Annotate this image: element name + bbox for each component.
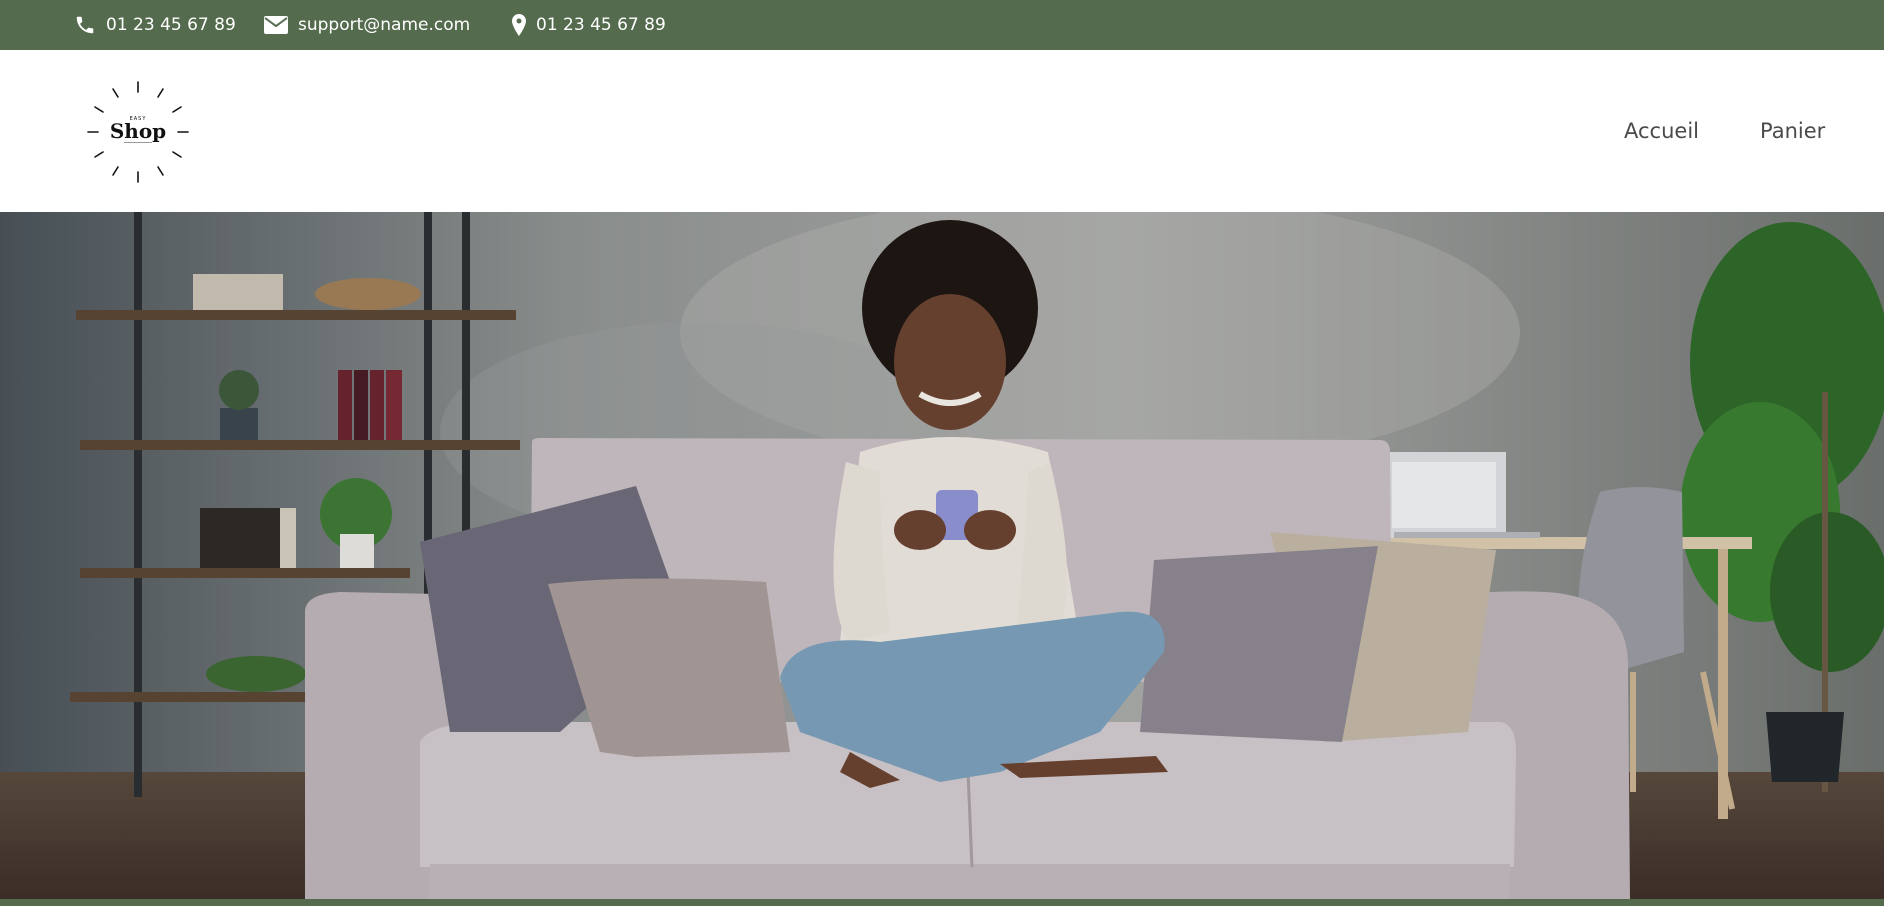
nav-link-panier[interactable]: Panier <box>1760 119 1825 143</box>
nav-item-accueil: Accueil <box>1624 50 1699 212</box>
contact-bar: 01 23 45 67 89 support@name.com 01 23 45… <box>0 0 1884 50</box>
email-address: support@name.com <box>298 15 471 35</box>
phone-number: 01 23 45 67 89 <box>106 15 236 35</box>
map-pin-icon <box>512 14 526 36</box>
logo-name: Shop <box>110 119 166 143</box>
phone-icon <box>76 16 94 34</box>
nav-item-panier: Panier <box>1760 50 1825 212</box>
bottom-accent-strip <box>0 899 1884 906</box>
phone-contact[interactable]: 01 23 45 67 89 <box>74 0 236 50</box>
site-logo[interactable]: EASY Shop <box>84 78 192 186</box>
email-contact[interactable]: support@name.com <box>264 0 470 50</box>
hero-banner <box>0 212 1884 899</box>
address-contact[interactable]: 01 23 45 67 89 <box>512 0 666 50</box>
envelope-icon <box>264 16 288 34</box>
hero-photo <box>0 212 1884 899</box>
nav-link-accueil[interactable]: Accueil <box>1624 119 1699 143</box>
address-text: 01 23 45 67 89 <box>536 15 666 35</box>
site-header: EASY Shop Accueil Panier <box>0 50 1884 212</box>
